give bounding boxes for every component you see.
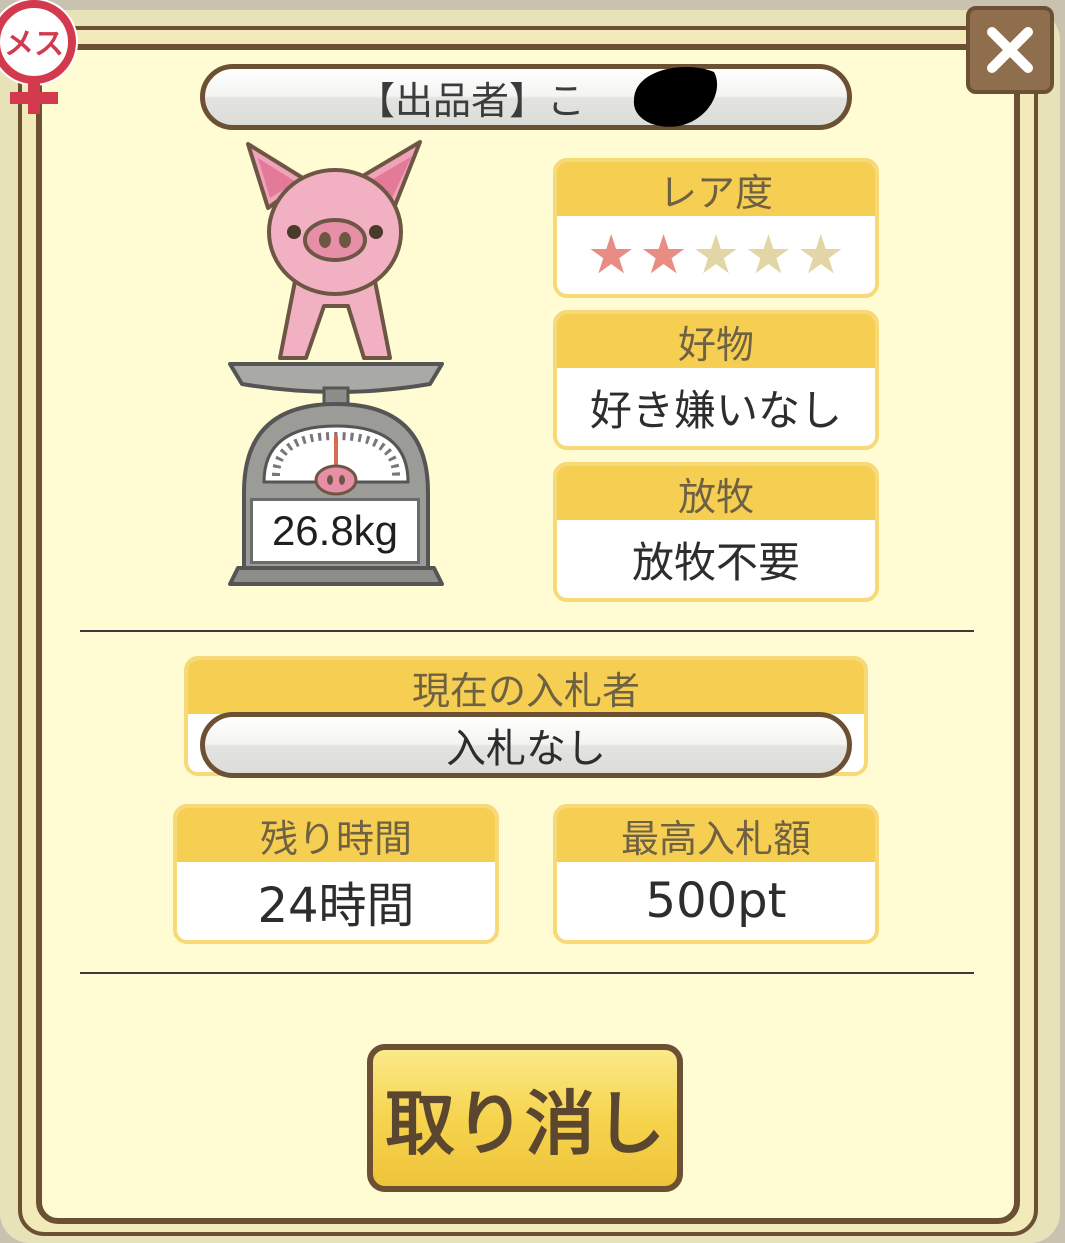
weight-readout: 26.8kg xyxy=(250,498,420,564)
grazing-value: 放牧不要 xyxy=(631,537,800,587)
time-remaining-title: 残り時間 xyxy=(177,808,495,862)
highest-bid-title: 最高入札額 xyxy=(557,808,875,862)
seller-name-bar: 【出品者】こ xyxy=(200,64,852,130)
rarity-stars-row: ★ ★ ★ ★ ★ xyxy=(557,216,875,294)
current-bidder-title: 現在の入札者 xyxy=(188,660,864,714)
time-remaining-value: 24時間 xyxy=(257,878,415,934)
grazing-card: 放牧 放牧不要 xyxy=(553,462,879,602)
favorite-food-value: 好き嫌いなし xyxy=(589,385,842,435)
cancel-listing-label: 取り消し xyxy=(385,1082,665,1165)
rarity-title: レア度 xyxy=(557,162,875,216)
grazing-title: 放牧 xyxy=(557,466,875,520)
redaction-scribble xyxy=(633,67,718,127)
rarity-stars: ★ ★ ★ ★ ★ xyxy=(587,228,845,282)
star-filled-icon: ★ xyxy=(639,223,688,286)
highest-bid-value: 500pt xyxy=(645,873,787,929)
current-bidder-value: 入札なし xyxy=(446,726,606,772)
section-divider xyxy=(80,630,974,632)
time-remaining-card: 残り時間 24時間 xyxy=(173,804,499,944)
star-empty-icon: ★ xyxy=(691,223,741,286)
rarity-card: レア度 ★ ★ ★ ★ ★ xyxy=(553,158,879,298)
highest-bid-card: 最高入札額 500pt xyxy=(553,804,879,944)
weight-value: 26.8kg xyxy=(271,507,399,554)
section-divider xyxy=(80,972,974,974)
current-bidder-bar: 入札なし xyxy=(200,712,852,778)
gender-label: メス xyxy=(4,27,64,62)
star-filled-icon: ★ xyxy=(586,223,636,286)
favorite-food-card: 好物 好き嫌いなし xyxy=(553,310,879,450)
seller-label: 【出品者】こ xyxy=(356,78,585,123)
favorite-food-title: 好物 xyxy=(557,314,875,368)
close-icon xyxy=(987,27,1033,73)
cancel-listing-button[interactable]: 取り消し xyxy=(367,1044,683,1192)
star-empty-icon: ★ xyxy=(744,223,793,286)
star-empty-icon: ★ xyxy=(796,223,846,286)
gender-badge: メス xyxy=(0,0,78,114)
close-button[interactable] xyxy=(966,6,1054,94)
